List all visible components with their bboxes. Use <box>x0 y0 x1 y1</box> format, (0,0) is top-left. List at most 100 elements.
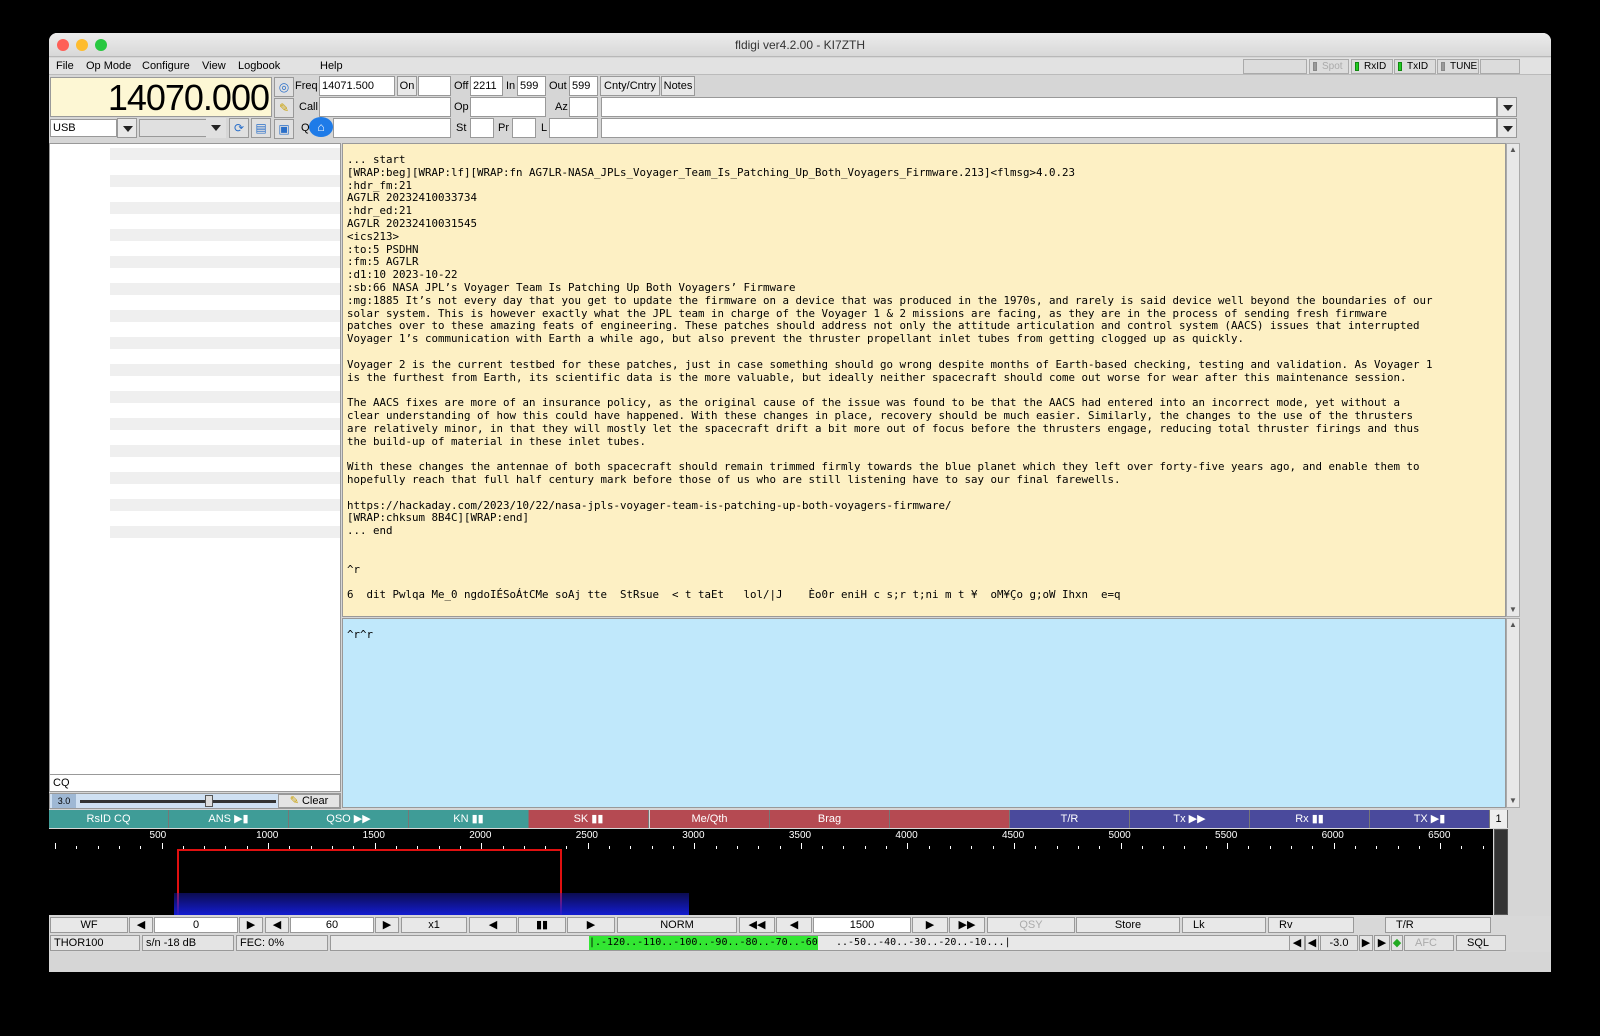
qsy-button[interactable]: QSY <box>987 917 1075 933</box>
waterfall[interactable] <box>49 849 1493 915</box>
locator-field[interactable] <box>549 118 598 138</box>
afc-toggle[interactable]: AFC <box>1404 935 1454 951</box>
receive-text-pane[interactable]: ... start [WRAP:beg][WRAP:lf][WRAP:fn AG… <box>342 143 1506 617</box>
macro-button[interactable]: KN ▮▮ <box>409 810 529 828</box>
browser-row[interactable] <box>110 418 340 430</box>
browser-row[interactable] <box>110 283 340 295</box>
macro-set-button[interactable]: 1 <box>1490 810 1508 828</box>
tune-toggle[interactable]: TUNE <box>1437 59 1479 74</box>
scroll-up-icon[interactable]: ▲ <box>1508 145 1518 155</box>
scroll-down-icon[interactable]: ▼ <box>1508 796 1518 806</box>
offset-field[interactable]: 0 <box>154 917 238 933</box>
macro-button[interactable]: Rx ▮▮ <box>1250 810 1370 828</box>
carrier-left-icon[interactable]: ◀ <box>776 917 812 933</box>
macro-button[interactable]: RsID CQ <box>49 810 169 828</box>
close-button[interactable] <box>57 39 69 51</box>
browser-row[interactable] <box>110 202 340 214</box>
squelch-slider-handle[interactable] <box>205 795 213 807</box>
offset-right-icon[interactable]: ▶ <box>239 917 263 933</box>
macro-button[interactable]: T/R <box>1010 810 1130 828</box>
comment-field[interactable] <box>601 118 1497 138</box>
spot-toggle[interactable]: Spot <box>1309 59 1349 74</box>
menu-view[interactable]: View <box>202 60 226 72</box>
rxid-toggle[interactable]: RxID <box>1351 59 1393 74</box>
squelch-down-fast-icon[interactable]: ◀ <box>1289 935 1305 951</box>
call-field[interactable] <box>319 97 451 117</box>
mode-dropdown-arrow[interactable] <box>117 118 137 138</box>
lock-toggle[interactable]: Lk <box>1182 917 1266 933</box>
macro-button[interactable]: Me/Qth <box>650 810 770 828</box>
browser-row[interactable] <box>110 175 340 187</box>
rst-out-field[interactable]: 599 <box>569 76 598 96</box>
scroll-down-icon[interactable]: ▼ <box>1508 605 1518 615</box>
rx-scrollbar[interactable]: ▲ ▼ <box>1506 143 1520 617</box>
country-field[interactable] <box>601 97 1497 117</box>
macro-button[interactable]: Tx ▶▶ <box>1130 810 1250 828</box>
browser-row[interactable] <box>110 499 340 511</box>
carrier-fast-right-icon[interactable]: ▶▶ <box>949 917 985 933</box>
zoom-button[interactable] <box>95 39 107 51</box>
bandwidth-dropdown-arrow[interactable] <box>206 118 226 138</box>
comment-dropdown-arrow[interactable] <box>1497 118 1517 138</box>
mode-status[interactable]: THOR100 <box>50 935 140 951</box>
macro-button[interactable]: SK ▮▮ <box>529 810 649 828</box>
squelch-slider-track[interactable] <box>80 800 276 803</box>
op-field[interactable] <box>470 97 546 117</box>
browser-row[interactable] <box>110 445 340 457</box>
qsy-list-icon[interactable]: ▣ <box>274 119 294 139</box>
rate-right-icon[interactable]: ▶ <box>375 917 399 933</box>
browser-row[interactable] <box>110 472 340 484</box>
browser-row[interactable] <box>110 391 340 403</box>
on-time-field[interactable] <box>418 76 451 96</box>
on-button[interactable]: On <box>397 76 417 96</box>
store-button[interactable]: Store <box>1076 917 1180 933</box>
transmit-text-pane[interactable]: ^r^r <box>342 618 1506 808</box>
country-dropdown-arrow[interactable] <box>1497 97 1517 117</box>
browser-row[interactable] <box>110 310 340 322</box>
browser-row[interactable] <box>110 148 340 160</box>
home-icon[interactable]: ⌂ <box>309 117 333 137</box>
frequency-display[interactable]: 14070.000 <box>50 77 272 118</box>
browser-row[interactable] <box>110 364 340 376</box>
carrier-fast-left-icon[interactable]: ◀◀ <box>739 917 775 933</box>
minimize-button[interactable] <box>76 39 88 51</box>
browser-row[interactable] <box>110 337 340 349</box>
squelch-level[interactable]: -3.0 <box>1320 935 1358 951</box>
sql-toggle[interactable]: SQL <box>1456 935 1506 951</box>
macro-button[interactable] <box>890 810 1010 828</box>
offset-left-icon[interactable]: ◀ <box>129 917 153 933</box>
rst-in-field[interactable]: 599 <box>517 76 546 96</box>
scroll-up-icon[interactable]: ▲ <box>1508 620 1518 630</box>
macro-button[interactable]: Brag <box>770 810 890 828</box>
macro-button[interactable]: QSO ▶▶ <box>289 810 409 828</box>
clear-button[interactable]: ✎ Clear <box>278 794 340 808</box>
txid-toggle[interactable]: TxID <box>1394 59 1436 74</box>
province-field[interactable] <box>512 118 536 138</box>
rig-memory-icon[interactable]: ▤ <box>251 118 271 138</box>
signal-browser[interactable] <box>49 143 341 775</box>
browser-search-field[interactable]: CQ <box>49 774 341 792</box>
macro-button[interactable]: ANS ▶▮ <box>169 810 289 828</box>
menu-logbook[interactable]: Logbook <box>238 60 280 72</box>
qth-field[interactable] <box>333 118 451 138</box>
squelch-up-icon[interactable]: ▶ <box>1359 935 1373 951</box>
off-time-field[interactable]: 2211 <box>470 76 503 96</box>
reverse-toggle[interactable]: Rv <box>1268 917 1354 933</box>
tr-toggle[interactable]: T/R <box>1385 917 1491 933</box>
squelch-up-fast-icon[interactable]: ▶ <box>1374 935 1390 951</box>
menu-file[interactable]: File <box>56 60 74 72</box>
state-field[interactable] <box>470 118 494 138</box>
broom-icon[interactable]: ✎ <box>274 98 294 118</box>
az-field[interactable] <box>569 97 598 117</box>
squelch-down-icon[interactable]: ◀ <box>1305 935 1319 951</box>
tx-scrollbar[interactable]: ▲ ▼ <box>1506 618 1520 808</box>
rate-field[interactable]: 60 <box>290 917 374 933</box>
cnty-cntry-button[interactable]: Cnty/Cntry <box>600 76 660 96</box>
mode-select[interactable]: USB <box>50 119 117 137</box>
carrier-field[interactable]: 1500 <box>813 917 911 933</box>
zoom-button[interactable]: x1 <box>401 917 467 933</box>
rate-left-icon[interactable]: ◀ <box>265 917 289 933</box>
norm-button[interactable]: NORM <box>617 917 737 933</box>
waterfall-scrollbar[interactable] <box>1494 829 1508 915</box>
fast-icon[interactable]: ▶ <box>567 917 615 933</box>
